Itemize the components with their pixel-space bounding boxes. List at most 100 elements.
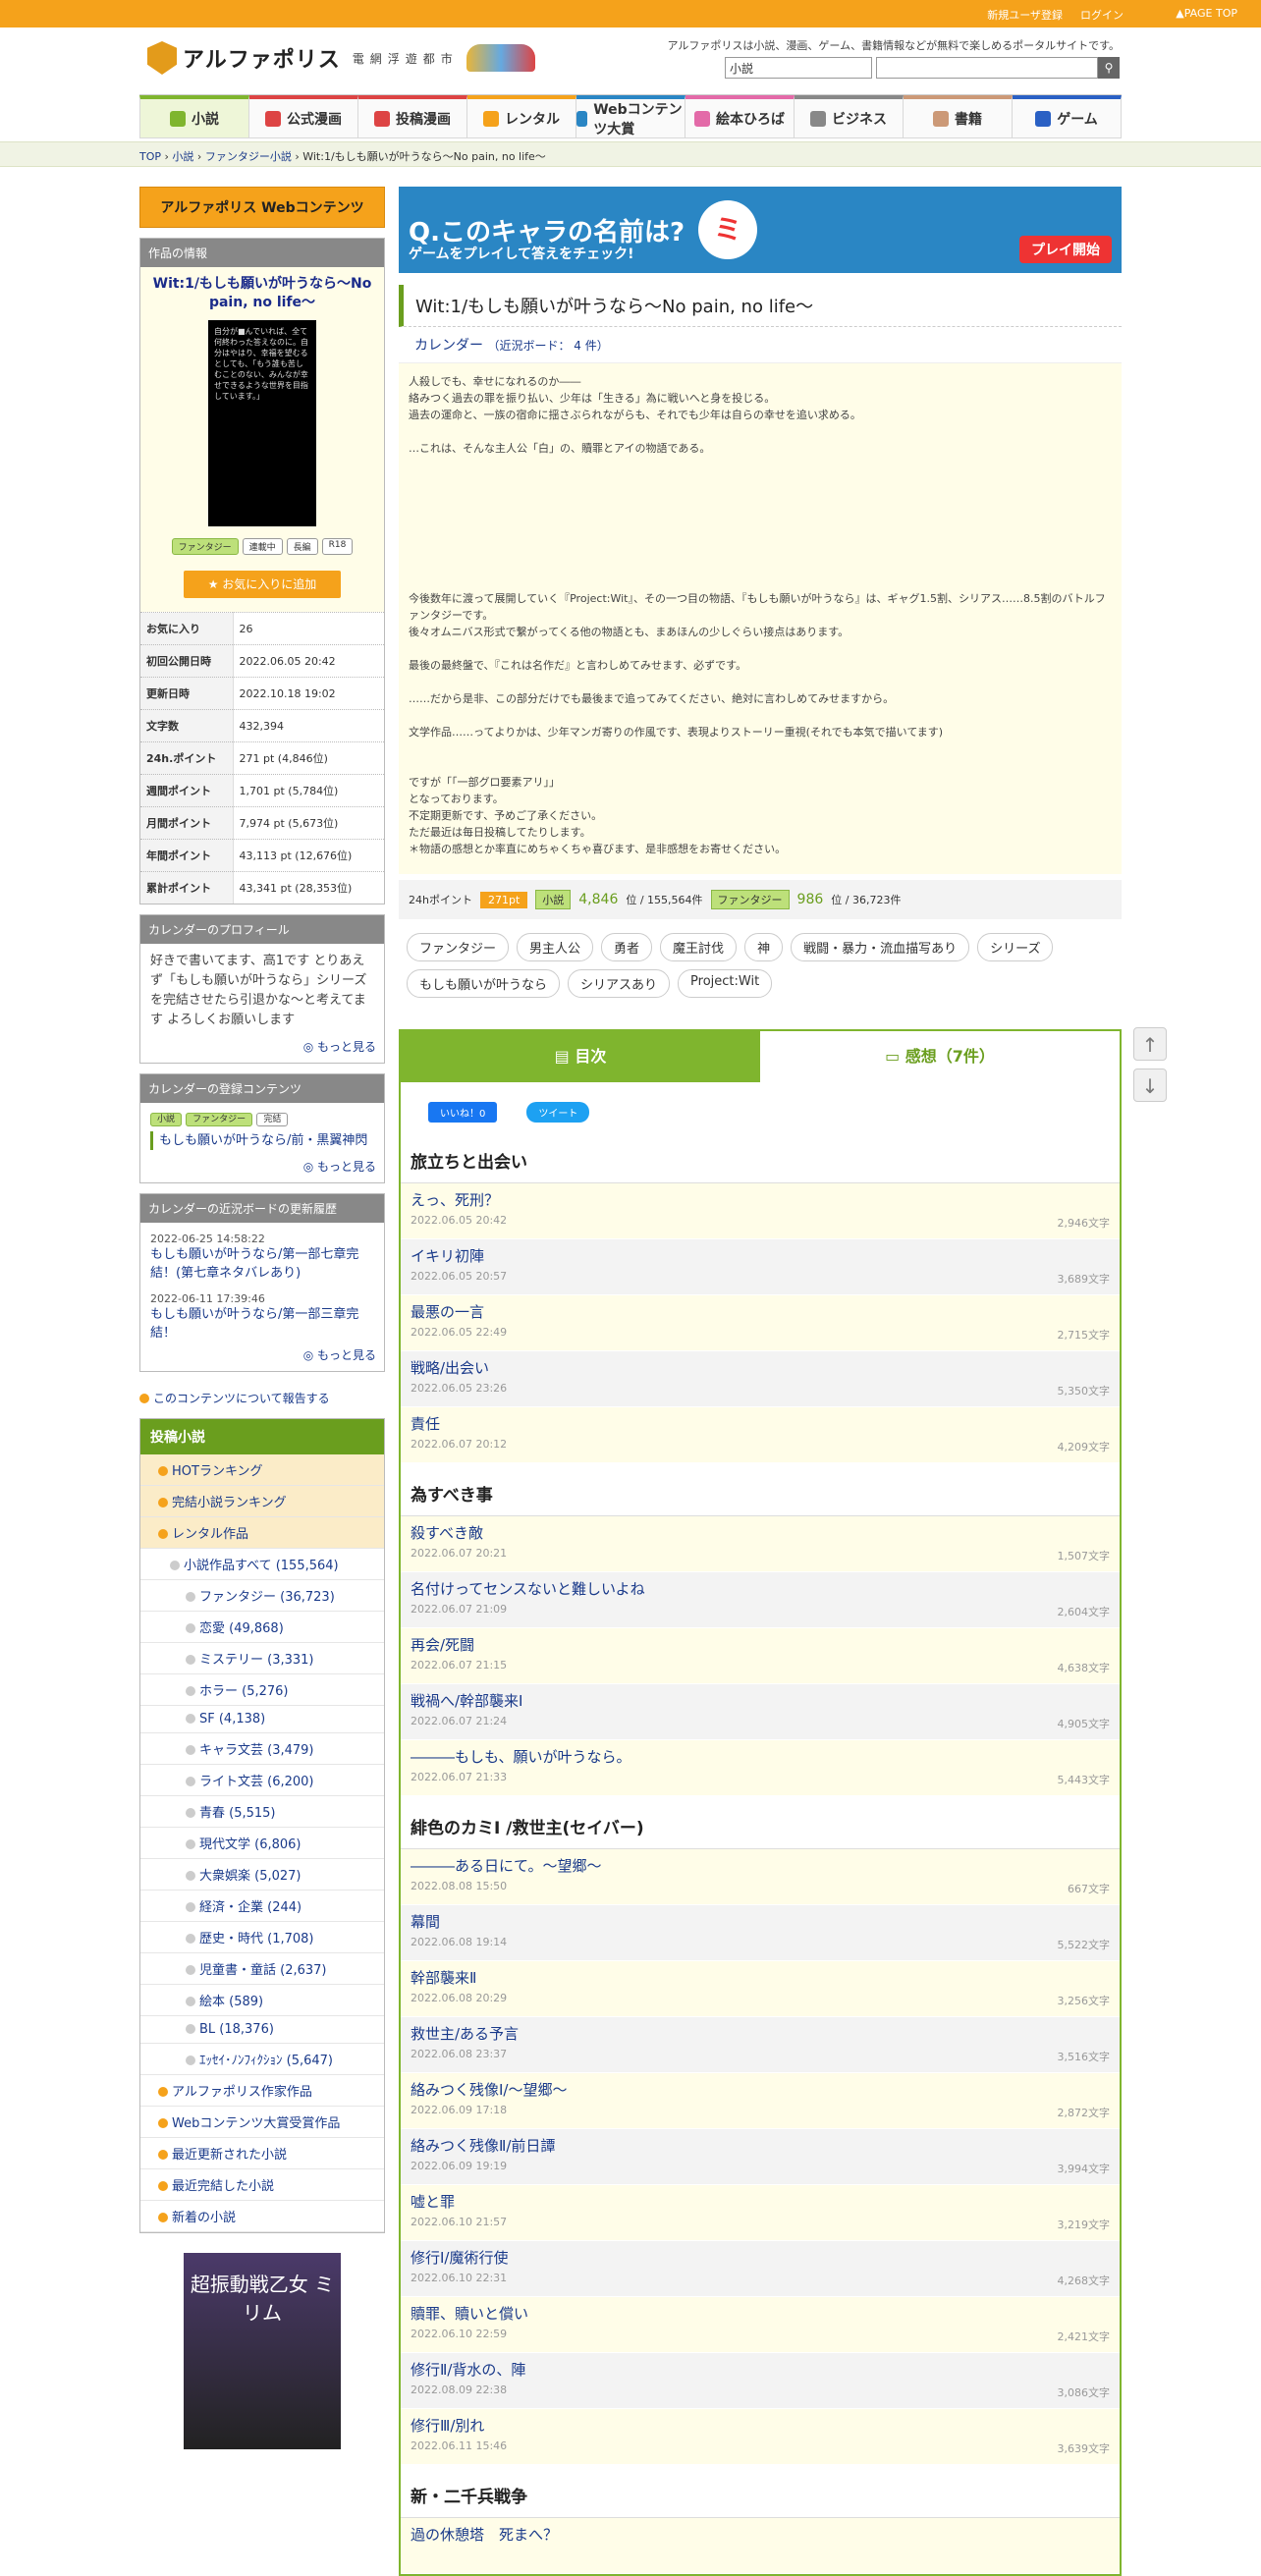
episode-title[interactable]: 過の休憩塔 死まへ？ (411, 2524, 1110, 2545)
episode-row[interactable]: 幹部襲来Ⅱ 2022.06.08 20:29 3,256文字 (401, 1961, 1120, 2017)
episode-row[interactable]: 過の休憩塔 死まへ？ (401, 2518, 1120, 2574)
book-banner[interactable]: 超振動戦乙女 ミリム (184, 2253, 341, 2449)
episode-row[interactable]: 幕間 2022.06.08 19:14 5,522文字 (401, 1905, 1120, 1961)
menu-item[interactable]: Webコンテンツ大賞受賞作品 (140, 2107, 384, 2138)
keyword-tag[interactable]: シリアスあり (568, 969, 671, 998)
menu-subitem[interactable]: 現代文学 (6,806) (140, 1828, 384, 1859)
episode-row[interactable]: 最悪の一言 2022.06.05 22:49 2,715文字 (401, 1295, 1120, 1351)
menu-item[interactable]: 完結小説ランキング (140, 1486, 384, 1517)
menu-subitem[interactable]: 恋愛 (49,868) (140, 1612, 384, 1643)
nav-item-3[interactable]: レンタル (467, 95, 576, 138)
episode-row[interactable]: 修行Ⅰ/魔術行使 2022.06.10 22:31 4,268文字 (401, 2241, 1120, 2297)
menu-item[interactable]: アルファポリス作家作品 (140, 2075, 384, 2107)
menu-item[interactable]: 新着の小説 (140, 2201, 384, 2232)
search-input[interactable] (876, 57, 1098, 79)
episode-row[interactable]: 再会/死闘 2022.06.07 21:15 4,638文字 (401, 1628, 1120, 1684)
breadcrumb-top[interactable]: TOP (139, 150, 161, 163)
menu-subitem[interactable]: BL (18,376) (140, 2016, 384, 2044)
episode-title[interactable]: 絡みつく残像Ⅱ/前日譚 (411, 2135, 1110, 2156)
episode-title[interactable]: 修行Ⅰ/魔術行使 (411, 2247, 1110, 2268)
profile-more-link[interactable]: ◎ もっと見る (140, 1038, 384, 1063)
keyword-tag[interactable]: 戦闘・暴力・流血描写あり (791, 933, 970, 961)
scroll-up-icon[interactable]: ↑ (1133, 1027, 1167, 1061)
nav-item-1[interactable]: 公式漫画 (249, 95, 358, 138)
menu-item[interactable]: レンタル作品 (140, 1517, 384, 1549)
episode-title[interactable]: ―――ある日にて。〜望郷〜 (411, 1855, 1110, 1876)
episode-title[interactable]: ―――もしも、願いが叶うなら。 (411, 1746, 1110, 1767)
breadcrumb-fantasy[interactable]: ファンタジー小説 (205, 150, 292, 163)
search-category-select[interactable]: 小説 (725, 57, 872, 79)
nav-item-5[interactable]: 絵本ひろば (685, 95, 795, 138)
episode-title[interactable]: 戦禍へ/幹部襲来Ⅰ (411, 1690, 1110, 1711)
episode-title[interactable]: 救世主/ある予言 (411, 2023, 1110, 2044)
episode-row[interactable]: 戦禍へ/幹部襲来Ⅰ 2022.06.07 21:24 4,905文字 (401, 1684, 1120, 1740)
menu-subitem[interactable]: 大衆娯楽 (5,027) (140, 1859, 384, 1891)
nav-item-6[interactable]: ビジネス (795, 95, 904, 138)
episode-row[interactable]: 名付けってセンスないと難しいよね 2022.06.07 21:09 2,604文字 (401, 1572, 1120, 1628)
keyword-tag[interactable]: もしも願いが叶うなら (407, 969, 561, 998)
episode-title[interactable]: 再会/死闘 (411, 1634, 1110, 1655)
episode-row[interactable]: 嘘と罪 2022.06.10 21:57 3,219文字 (401, 2185, 1120, 2241)
episode-title[interactable]: 殺すべき敵 (411, 1522, 1110, 1543)
content-title-link[interactable]: もしも願いが叶うなら/前・黒翼神閃 (150, 1131, 374, 1150)
menu-subitem[interactable]: 児童書・童話 (2,637) (140, 1953, 384, 1985)
menu-subitem[interactable]: SF (4,138) (140, 1706, 384, 1733)
menu-item[interactable]: HOTランキング (140, 1454, 384, 1486)
episode-row[interactable]: イキリ初陣 2022.06.05 20:57 3,689文字 (401, 1239, 1120, 1295)
episode-row[interactable]: 修行Ⅲ/別れ 2022.06.11 15:46 3,639文字 (401, 2409, 1120, 2465)
site-logo[interactable]: アルファポリス 電網浮遊都市 (147, 41, 535, 75)
menu-subitem[interactable]: 青春 (5,515) (140, 1796, 384, 1828)
tab-reviews[interactable]: ▭ 感想（7件） (760, 1031, 1120, 1082)
history-link[interactable]: もしも願いが叶うなら/第一部三章完結！ (150, 1305, 374, 1343)
like-button[interactable]: いいね！0 (428, 1102, 498, 1123)
episode-title[interactable]: 名付けってセンスないと難しいよね (411, 1578, 1110, 1599)
episode-title[interactable]: 修行Ⅲ/別れ (411, 2415, 1110, 2436)
episode-row[interactable]: 戦略/出会い 2022.06.05 23:26 5,350文字 (401, 1351, 1120, 1407)
contents-more-link[interactable]: ◎ もっと見る (140, 1158, 384, 1182)
menu-subitem[interactable]: ミステリー (3,331) (140, 1643, 384, 1674)
game-ad-banner[interactable]: Q.このキャラの名前は? ミ ゲームをプレイして答えをチェック! プレイ開始 (399, 187, 1122, 273)
episode-title[interactable]: イキリ初陣 (411, 1245, 1110, 1266)
nav-item-4[interactable]: Webコンテンツ大賞 (576, 95, 685, 138)
menu-subitem[interactable]: ファンタジー (36,723) (140, 1580, 384, 1612)
keyword-tag[interactable]: 魔王討伐 (660, 933, 738, 961)
menu-subitem[interactable]: キャラ文芸 (3,479) (140, 1733, 384, 1765)
web-contents-banner[interactable]: アルファポリス Webコンテンツ (139, 187, 385, 228)
episode-row[interactable]: 贖罪、贖いと償い 2022.06.10 22:59 2,421文字 (401, 2297, 1120, 2353)
keyword-tag[interactable]: 神 (744, 933, 784, 961)
episode-row[interactable]: えっ、死刑？ 2022.06.05 20:42 2,946文字 (401, 1183, 1120, 1239)
author-link[interactable]: カレンダー （近況ボード： 4 件） (399, 327, 1122, 363)
tweet-button[interactable]: ツイート (526, 1102, 590, 1123)
keyword-tag[interactable]: シリーズ (977, 933, 1054, 961)
episode-title[interactable]: 幕間 (411, 1911, 1110, 1932)
keyword-tag[interactable]: 男主人公 (517, 933, 594, 961)
menu-item[interactable]: 最近更新された小説 (140, 2138, 384, 2169)
nav-item-2[interactable]: 投稿漫画 (358, 95, 467, 138)
nav-item-7[interactable]: 書籍 (904, 95, 1013, 138)
menu-subitem[interactable]: 絵本 (589) (140, 1985, 384, 2016)
episode-title[interactable]: 最悪の一言 (411, 1301, 1110, 1322)
search-icon[interactable]: ⚲ (1098, 57, 1120, 79)
episode-title[interactable]: 幹部襲来Ⅱ (411, 1967, 1110, 1988)
keyword-tag[interactable]: ファンタジー (407, 933, 510, 961)
episode-title[interactable]: 贖罪、贖いと償い (411, 2303, 1110, 2324)
menu-item[interactable]: 小説作品すべて (155,564) (140, 1549, 384, 1580)
play-button[interactable]: プレイ開始 (1019, 236, 1112, 263)
episode-row[interactable]: 殺すべき敵 2022.06.07 20:21 1,507文字 (401, 1516, 1120, 1572)
tab-toc[interactable]: ▤ 目次 (401, 1031, 760, 1082)
keyword-tag[interactable]: 勇者 (601, 933, 653, 961)
menu-subitem[interactable]: 歴史・時代 (1,708) (140, 1922, 384, 1953)
episode-title[interactable]: 嘘と罪 (411, 2191, 1110, 2212)
episode-title[interactable]: 絡みつく残像Ⅰ/〜望郷〜 (411, 2079, 1110, 2100)
history-more-link[interactable]: ◎ もっと見る (140, 1346, 384, 1371)
scroll-down-icon[interactable]: ↓ (1133, 1069, 1167, 1102)
login-link[interactable]: ログイン (1080, 9, 1124, 22)
episode-title[interactable]: 修行Ⅱ/背水の、陣 (411, 2359, 1110, 2380)
episode-row[interactable]: ―――ある日にて。〜望郷〜 2022.08.08 15:50 667文字 (401, 1849, 1120, 1905)
episode-title[interactable]: 戦略/出会い (411, 1357, 1110, 1378)
menu-subitem[interactable]: ライト文芸 (6,200) (140, 1765, 384, 1796)
menu-subitem[interactable]: ホラー (5,276) (140, 1674, 384, 1706)
menu-subitem[interactable]: ｴｯｾｲ･ﾉﾝﾌｨｸｼｮﾝ (5,647) (140, 2044, 384, 2075)
work-title[interactable]: Wit:1/もしも願いが叶うなら〜No pain, no life〜 (140, 275, 384, 312)
episode-row[interactable]: 責任 2022.06.07 20:12 4,209文字 (401, 1407, 1120, 1463)
